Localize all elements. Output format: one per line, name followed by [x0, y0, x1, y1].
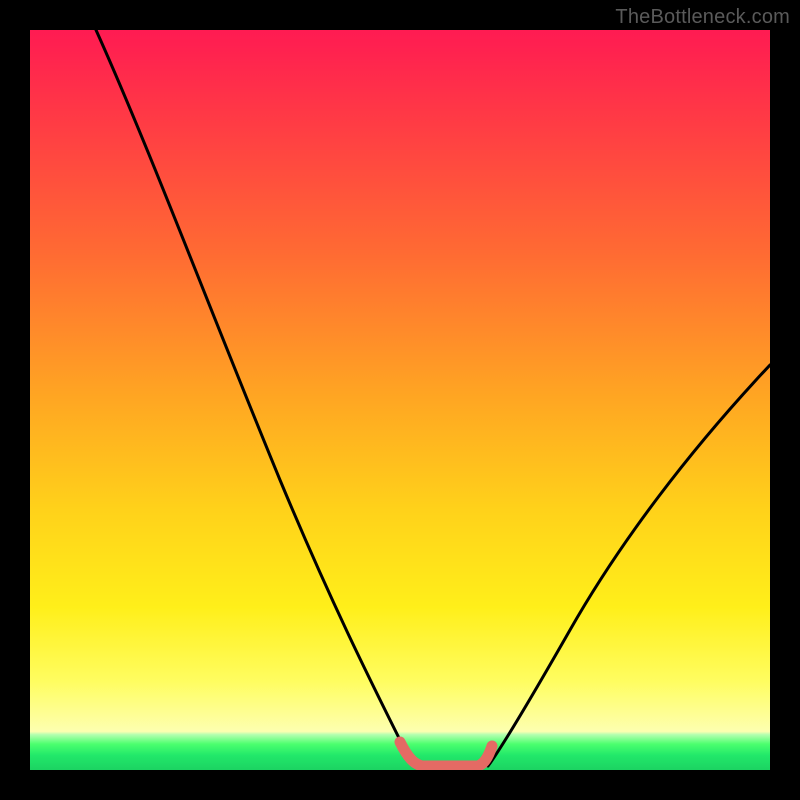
watermark-text: TheBottleneck.com — [615, 6, 790, 29]
right-curve — [488, 365, 770, 766]
left-curve — [96, 30, 418, 766]
valley-highlight — [400, 742, 492, 766]
curve-layer — [30, 30, 770, 770]
plot-area — [30, 30, 770, 770]
chart-frame: TheBottleneck.com — [0, 0, 800, 800]
